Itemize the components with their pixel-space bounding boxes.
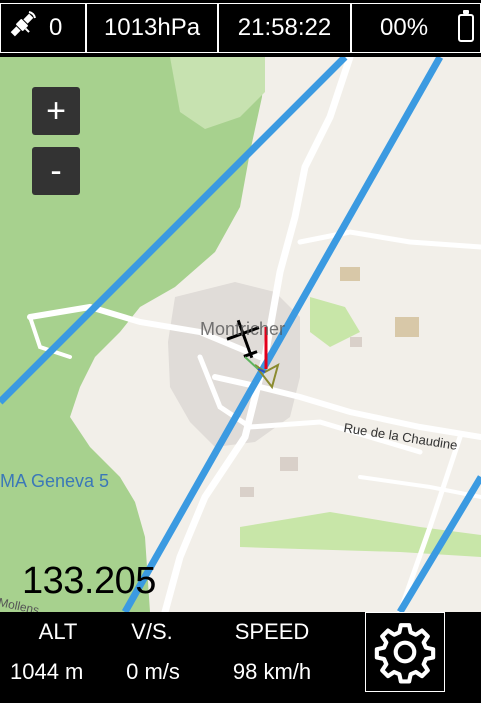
speed-value: 98 km/h <box>232 659 312 684</box>
flight-data-panel: ALT 1044 m V/S. 0 m/s SPEED 98 km/h <box>0 612 481 703</box>
status-bar: 0 1013hPa 21:58:22 00% <box>0 0 481 57</box>
town-label: Montricher <box>200 319 286 339</box>
battery-status: 00% <box>351 3 481 53</box>
speed-label: SPEED <box>234 619 310 644</box>
battery-icon <box>458 10 474 42</box>
zoom-in-button[interactable]: + <box>32 87 80 135</box>
map-view[interactable]: + - Montricher Rue de la Chaudine MA Gen… <box>0 57 481 612</box>
satellite-count: 0 <box>49 14 63 41</box>
pressure-readout: 1013hPa <box>86 3 218 53</box>
satellite-icon <box>5 8 39 49</box>
gps-status: 0 <box>0 3 86 53</box>
airspace-label: MA Geneva 5 <box>0 471 110 491</box>
gear-icon <box>374 623 436 684</box>
vs-label: V/S. <box>131 619 173 644</box>
zoom-out-button[interactable]: - <box>32 147 80 195</box>
alt-value: 1044 m <box>10 659 84 684</box>
vs-value: 0 m/s <box>126 659 180 684</box>
frequency-readout: 133.205 <box>22 560 156 602</box>
alt-label: ALT <box>38 619 78 644</box>
battery-percent: 00% <box>380 14 429 41</box>
clock-readout: 21:58:22 <box>218 3 351 53</box>
settings-button[interactable] <box>365 612 445 692</box>
